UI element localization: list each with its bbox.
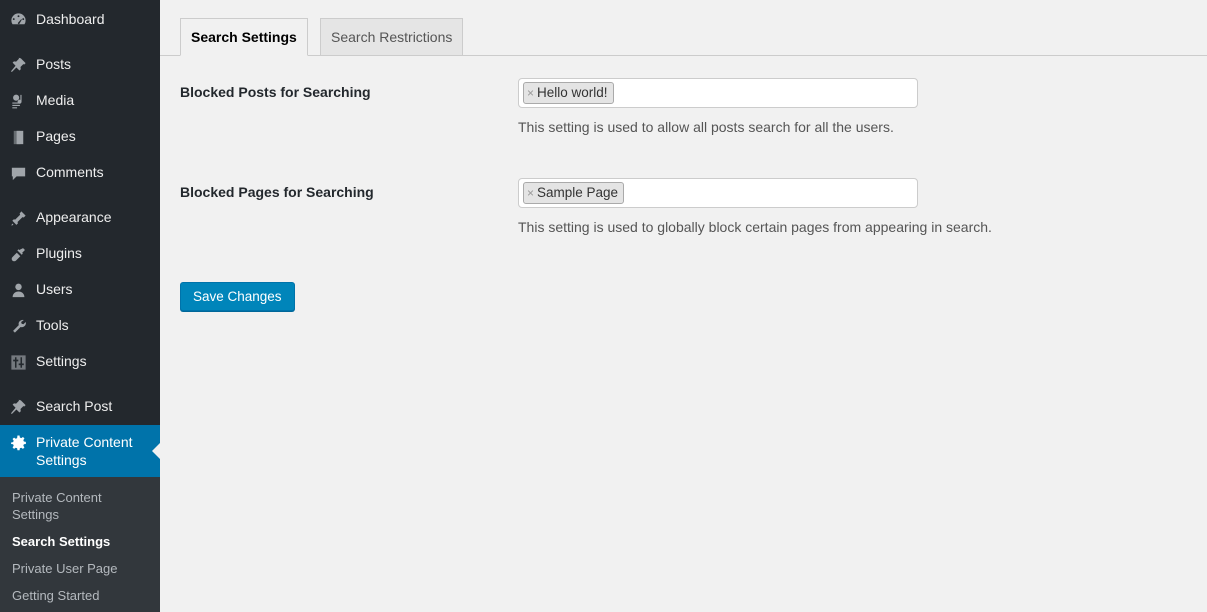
token-label: Sample Page: [537, 185, 619, 200]
tab-bar: Search Settings Search Restrictions: [160, 0, 1207, 56]
save-changes-button[interactable]: Save Changes: [180, 282, 295, 311]
field-description: This setting is used to globally block c…: [518, 219, 992, 235]
token-chip[interactable]: × Sample Page: [523, 182, 625, 204]
appearance-icon: [0, 208, 36, 228]
sidebar-item-label: Users: [36, 281, 73, 297]
pages-icon: [0, 127, 36, 147]
tab-bar-rule: [160, 55, 1207, 56]
sidebar-item-label: Search Post: [36, 398, 113, 414]
sidebar-item-appearance[interactable]: Appearance: [0, 200, 160, 236]
tab-search-restrictions[interactable]: Search Restrictions: [320, 18, 464, 56]
wordpress-admin-screen: Dashboard Posts Media Pages Comments App…: [0, 0, 1207, 612]
submenu-item-getting-started[interactable]: Getting Started: [0, 582, 160, 609]
field-description: This setting is used to allow all posts …: [518, 119, 894, 135]
sidebar-separator: [0, 38, 160, 47]
field-label: Blocked Pages for Searching: [180, 184, 374, 200]
token-label: Hello world!: [537, 85, 608, 100]
sidebar-item-posts[interactable]: Posts: [0, 47, 160, 83]
sidebar-item-label: Posts: [36, 56, 72, 72]
sidebar-item-label: Comments: [36, 164, 104, 180]
tab-label: Search Restrictions: [331, 29, 453, 45]
sidebar-item-pages[interactable]: Pages: [0, 119, 160, 155]
sidebar-item-media[interactable]: Media: [0, 83, 160, 119]
sidebar-item-search-post[interactable]: Search Post: [0, 389, 160, 425]
sidebar-item-private-content-settings[interactable]: Private Content Settings: [0, 425, 160, 477]
submenu-item-search-settings[interactable]: Search Settings: [0, 528, 160, 555]
comments-icon: [0, 163, 36, 183]
main-content: Search Settings Search Restrictions Bloc…: [160, 0, 1207, 612]
submenu-item-private-user-page[interactable]: Private User Page: [0, 555, 160, 582]
blocked-pages-input[interactable]: × Sample Page: [518, 178, 918, 208]
sidebar-item-label: Appearance: [36, 209, 112, 225]
sidebar-item-settings[interactable]: Settings: [0, 344, 160, 380]
sidebar-item-plugins[interactable]: Plugins: [0, 236, 160, 272]
pin-icon: [0, 55, 36, 75]
settings-icon: [0, 352, 36, 372]
sidebar-item-dashboard[interactable]: Dashboard: [0, 0, 160, 38]
admin-sidebar: Dashboard Posts Media Pages Comments App…: [0, 0, 160, 612]
field-label: Blocked Posts for Searching: [180, 84, 371, 100]
sidebar-item-label: Media: [36, 92, 75, 108]
sidebar-item-label: Plugins: [36, 245, 82, 261]
sidebar-item-users[interactable]: Users: [0, 272, 160, 308]
sidebar-item-label: Private Content Settings: [36, 434, 133, 468]
gear-icon: [0, 433, 36, 453]
sidebar-separator: [0, 380, 160, 389]
sidebar-item-label: Pages: [36, 128, 76, 144]
pin-icon: [0, 397, 36, 417]
tools-icon: [0, 316, 36, 336]
sidebar-item-label: Dashboard: [36, 11, 105, 27]
remove-token-icon[interactable]: ×: [527, 85, 534, 101]
submenu-item-private-content-settings[interactable]: Private Content Settings: [0, 484, 160, 528]
remove-token-icon[interactable]: ×: [527, 185, 534, 201]
plugins-icon: [0, 244, 36, 264]
sidebar-item-label: Settings: [36, 353, 87, 369]
dashboard-icon: [0, 10, 36, 30]
sidebar-item-tools[interactable]: Tools: [0, 308, 160, 344]
tab-label: Search Settings: [191, 29, 297, 45]
sidebar-item-label: Tools: [36, 317, 69, 333]
sidebar-item-comments[interactable]: Comments: [0, 155, 160, 191]
blocked-posts-input[interactable]: × Hello world!: [518, 78, 918, 108]
sidebar-submenu: Private Content Settings Search Settings…: [0, 477, 160, 612]
sidebar-separator: [0, 191, 160, 200]
users-icon: [0, 280, 36, 300]
media-icon: [0, 91, 36, 111]
tab-search-settings[interactable]: Search Settings: [180, 18, 308, 56]
token-chip[interactable]: × Hello world!: [523, 82, 614, 104]
